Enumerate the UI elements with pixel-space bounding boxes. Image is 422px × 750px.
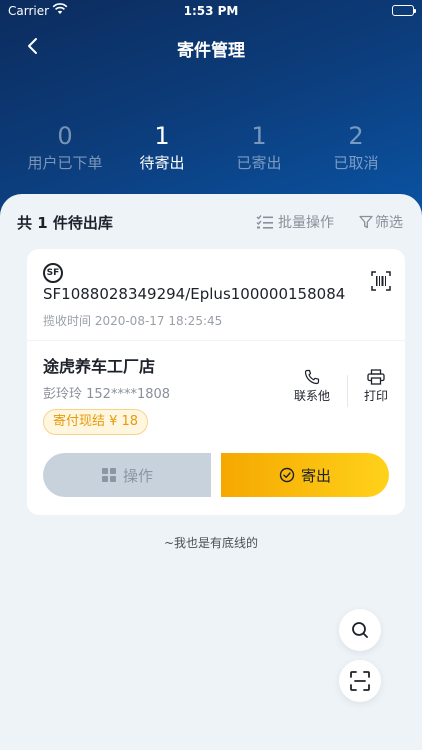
grid-icon bbox=[101, 468, 116, 482]
filter-button[interactable]: 筛选 bbox=[359, 212, 403, 232]
sf-logo: SF bbox=[43, 263, 63, 283]
print-label: 打印 bbox=[363, 389, 388, 403]
tab-count: 2 bbox=[348, 122, 364, 150]
tab-label: 用户已下单 bbox=[27, 154, 103, 172]
tab-label: 待寄出 bbox=[139, 154, 185, 172]
payment-badge: 寄付现结 ¥ 18 bbox=[43, 409, 149, 435]
page-title: 寄件管理 bbox=[177, 41, 245, 61]
call-label: 联系他 bbox=[293, 389, 330, 403]
tab-count: 0 bbox=[57, 122, 73, 150]
tab-shipped[interactable]: 1 已寄出 bbox=[209, 120, 309, 174]
ship-button[interactable]: 寄出 bbox=[221, 453, 389, 497]
scan-fab[interactable] bbox=[339, 660, 381, 702]
tab-pending-ship[interactable]: 1 待寄出 bbox=[112, 120, 212, 174]
operate-button[interactable]: 操作 bbox=[43, 453, 211, 497]
tracking-number: SF1088028349294/Eplus100000158084 bbox=[43, 285, 346, 303]
clock: 1:53 PM bbox=[183, 4, 239, 18]
contact-info: 彭玲玲 152****1808 bbox=[43, 387, 171, 402]
filter-label: 筛选 bbox=[375, 215, 403, 231]
search-fab[interactable] bbox=[339, 609, 381, 651]
order-card-header: SF SF1088028349294/Eplus100000158084 揽收时… bbox=[27, 249, 405, 341]
store-name: 途虎养车工厂店 bbox=[43, 357, 156, 376]
printer-icon bbox=[367, 369, 385, 385]
filter-icon bbox=[359, 215, 373, 229]
print-button[interactable]: 打印 bbox=[353, 369, 399, 404]
status-bar: Carrier 1:53 PM bbox=[0, 0, 422, 22]
action-divider bbox=[347, 375, 348, 407]
tab-label: 已寄出 bbox=[236, 154, 282, 172]
tab-count: 1 bbox=[154, 122, 170, 150]
status-tabs: 0 用户已下单 1 待寄出 1 已寄出 2 已取消 bbox=[0, 120, 422, 180]
search-icon bbox=[352, 622, 368, 638]
ship-label: 寄出 bbox=[300, 466, 331, 485]
check-circle-icon bbox=[279, 467, 295, 483]
phone-icon bbox=[304, 369, 320, 385]
pending-summary: 共 1 件待出库 bbox=[17, 214, 113, 232]
order-card: SF SF1088028349294/Eplus100000158084 揽收时… bbox=[27, 249, 405, 515]
tab-cancelled[interactable]: 2 已取消 bbox=[306, 120, 406, 174]
scan-icon bbox=[350, 671, 370, 691]
received-time: 揽收时间 2020-08-17 18:25:45 bbox=[43, 314, 223, 328]
content-sheet: 共 1 件待出库 批量操作 筛选 SF SF1088028349294/Eplu… bbox=[0, 194, 422, 750]
batch-list-icon bbox=[256, 215, 273, 229]
batch-operation-button[interactable]: 批量操作 bbox=[256, 212, 334, 232]
batch-label: 批量操作 bbox=[278, 215, 334, 231]
call-button[interactable]: 联系他 bbox=[289, 369, 335, 404]
barcode-icon[interactable] bbox=[371, 271, 391, 291]
tab-count: 1 bbox=[251, 122, 267, 150]
battery-icon bbox=[392, 5, 416, 16]
operate-label: 操作 bbox=[122, 466, 153, 485]
tab-user-ordered[interactable]: 0 用户已下单 bbox=[15, 120, 115, 174]
end-of-list-text: ~我也是有底线的 bbox=[163, 536, 259, 550]
tab-label: 已取消 bbox=[333, 154, 379, 172]
